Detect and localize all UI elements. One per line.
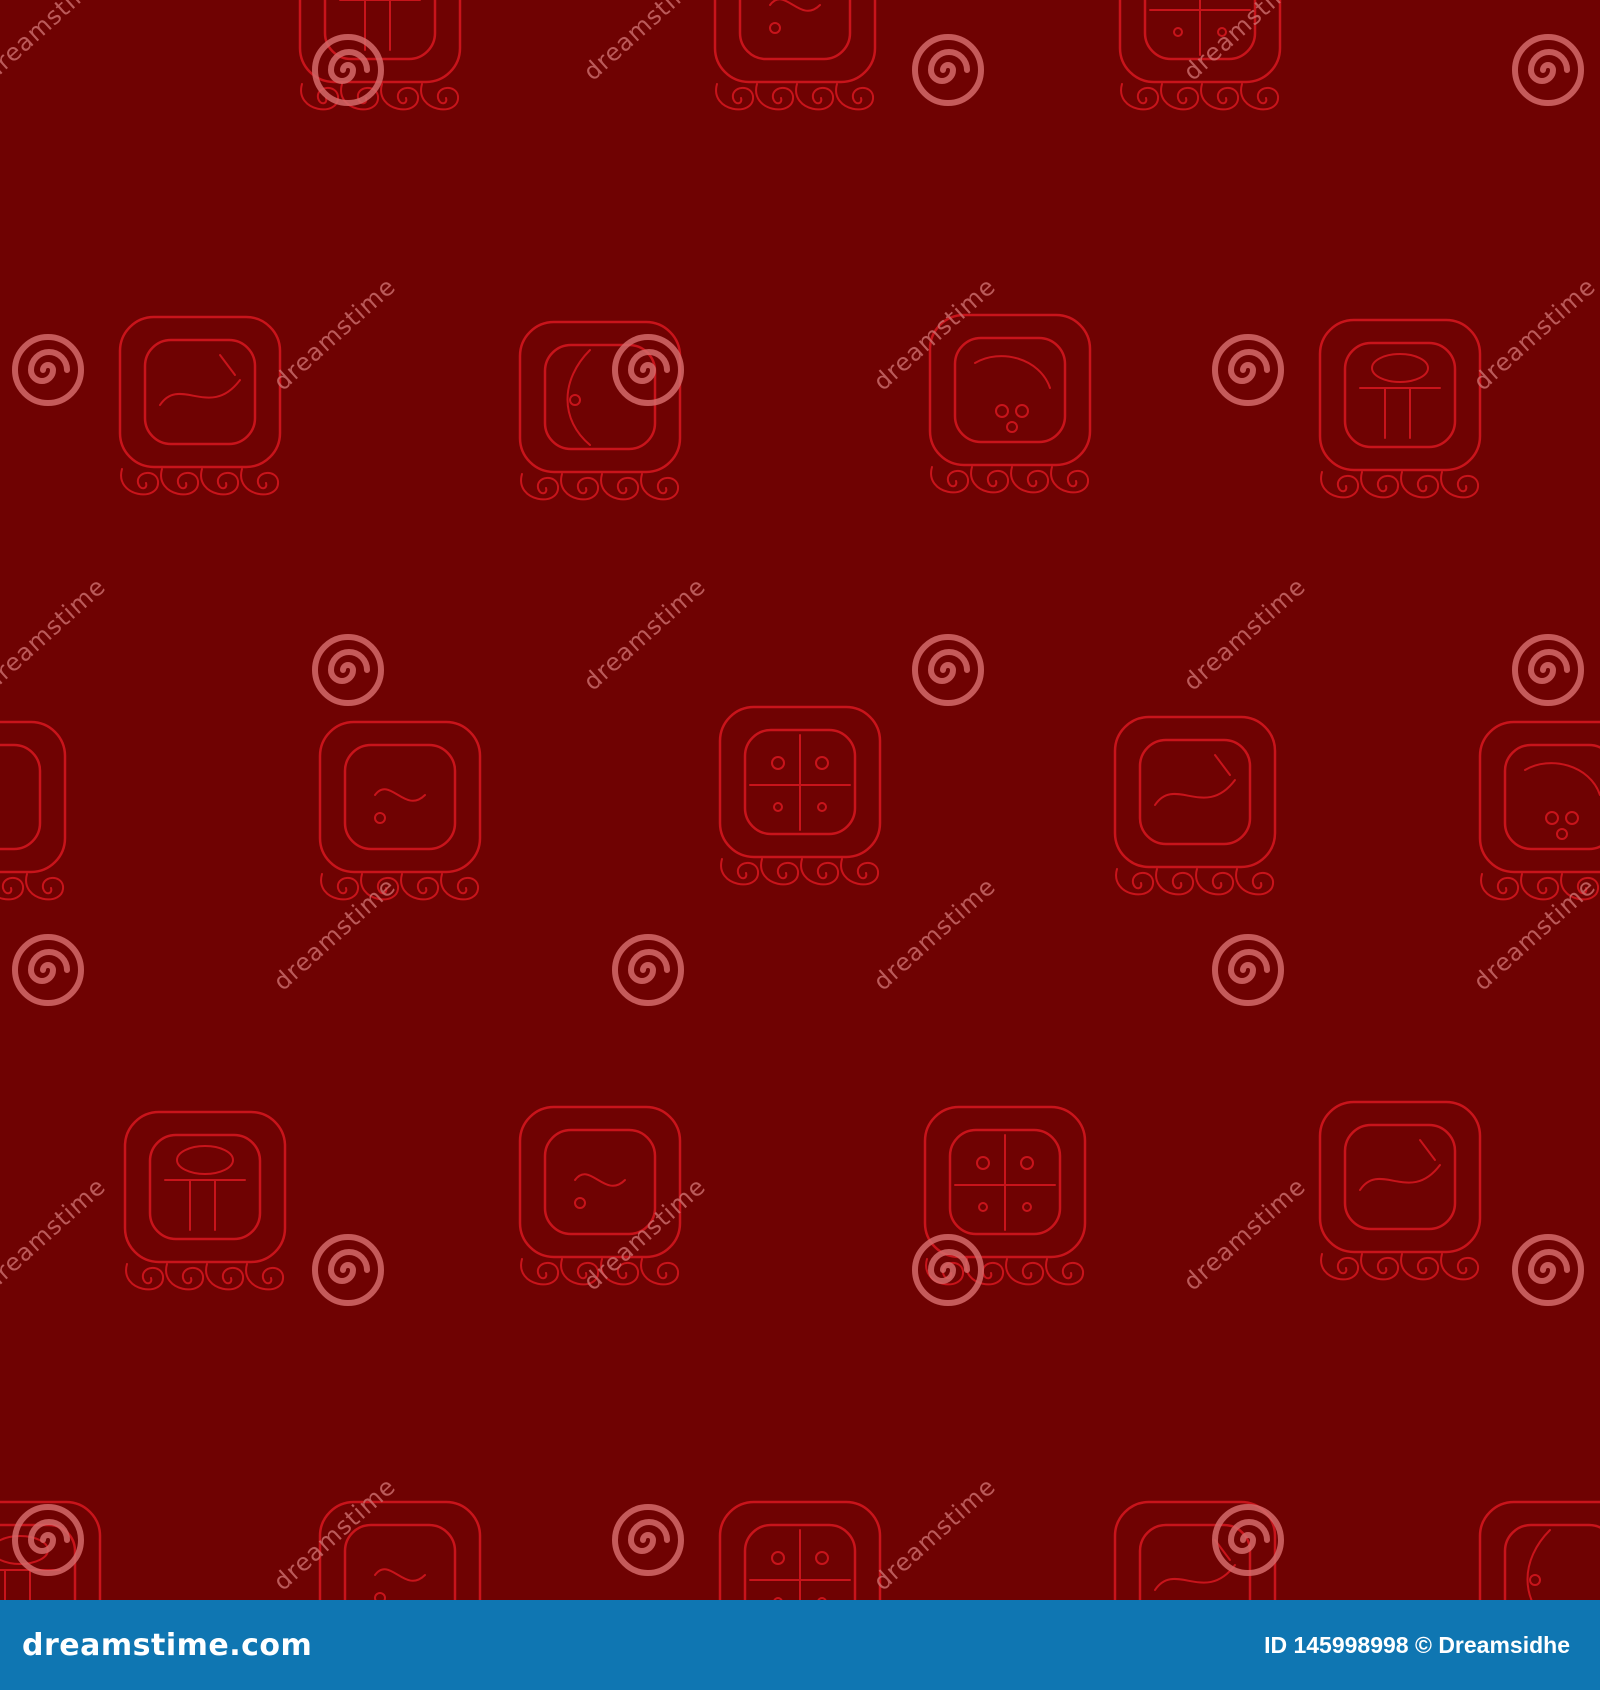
watermark-text: dreamstime — [1178, 1172, 1311, 1296]
watermark-text: dreamstime — [0, 0, 111, 86]
maya-glyph — [0, 720, 67, 901]
watermark-spiral-icon — [1512, 1234, 1584, 1306]
watermark-spiral-icon — [612, 334, 684, 406]
watermark-text: dreamstime — [0, 1172, 111, 1296]
watermark-text: dreamstime — [868, 272, 1001, 396]
watermark-text: dreamstime — [868, 1472, 1001, 1596]
watermark-spiral-icon — [1512, 34, 1584, 106]
watermark-spiral-icon — [312, 34, 384, 106]
maya-glyph — [923, 1105, 1087, 1286]
watermark-text: dreamstime — [0, 572, 111, 696]
maya-glyph — [123, 1110, 287, 1291]
maya-glyph — [1113, 715, 1277, 896]
maya-glyph — [713, 0, 877, 111]
maya-glyph — [1478, 1500, 1600, 1600]
watermark-text: dreamstime — [868, 872, 1001, 996]
watermark-spiral-icon — [312, 1234, 384, 1306]
watermark-text: dreamstime — [1468, 272, 1600, 396]
watermark-text: dreamstime — [268, 872, 401, 996]
maya-glyph — [118, 315, 282, 496]
watermark-text: dreamstime — [578, 0, 711, 86]
watermark-spiral-icon — [912, 634, 984, 706]
watermark-spiral-icon — [12, 334, 84, 406]
glyph-pattern: dreamstime dreamstime dreamstime dreamstime… — [0, 0, 1600, 1600]
watermark-spiral-icon — [912, 1234, 984, 1306]
maya-glyph — [518, 320, 682, 501]
watermark-spiral-icon — [312, 634, 384, 706]
watermark-text: dreamstime — [1178, 0, 1311, 86]
glyph-layer — [0, 0, 1600, 1600]
maya-glyph — [1113, 1500, 1277, 1600]
maya-glyph — [928, 313, 1092, 494]
watermark-spiral-icon — [612, 1504, 684, 1576]
watermark-text: dreamstime — [578, 572, 711, 696]
footer-credit: ID 145998998 © Dreamsidhe — [1264, 1631, 1570, 1658]
footer-site-name: dreamstime.com — [22, 1627, 313, 1663]
maya-glyph — [718, 705, 882, 886]
watermark-spiral-icon — [1512, 634, 1584, 706]
watermark-spiral-icon — [1212, 934, 1284, 1006]
maya-glyph — [1318, 1100, 1482, 1281]
pattern-canvas: dreamstime dreamstime dreamstime dreamstime… — [0, 0, 1600, 1600]
watermark-text: dreamstime — [1468, 872, 1600, 996]
maya-glyph — [1318, 318, 1482, 499]
watermark-spiral-icon — [12, 1504, 84, 1576]
maya-glyph — [318, 720, 482, 901]
watermark-text: dreamstime — [268, 1472, 401, 1596]
maya-glyph — [718, 1500, 882, 1600]
watermark-spiral-icon — [1212, 334, 1284, 406]
watermark-text: dreamstime — [268, 272, 401, 396]
footer-bar: dreamstime.com ID 145998998 © Dreamsidhe — [0, 1600, 1600, 1690]
watermark-spiral-icon — [912, 34, 984, 106]
watermark-spiral-layer — [12, 34, 1584, 1576]
watermark-text: dreamstime — [1178, 572, 1311, 696]
watermark-spiral-icon — [612, 934, 684, 1006]
watermark-spiral-icon — [12, 934, 84, 1006]
